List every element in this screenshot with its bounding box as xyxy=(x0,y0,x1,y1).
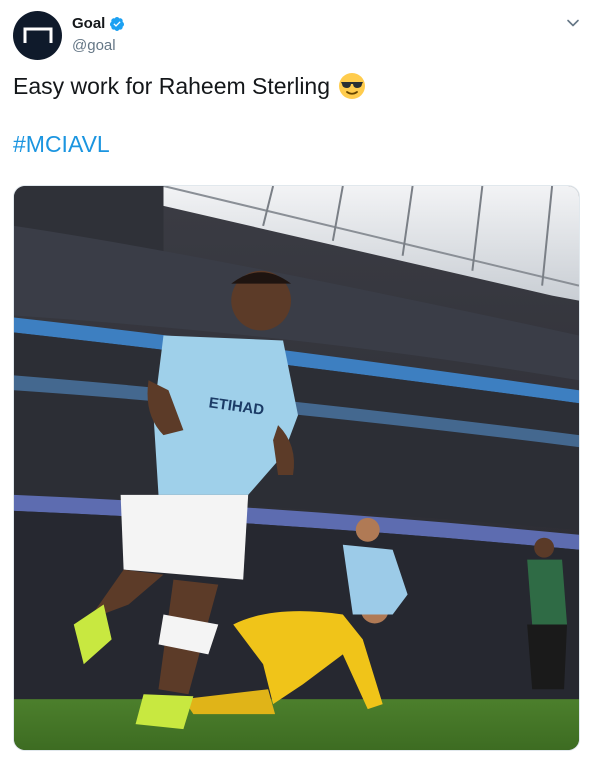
display-name[interactable]: Goal xyxy=(72,15,105,32)
handle[interactable]: @goal xyxy=(72,37,116,54)
chevron-down-icon[interactable] xyxy=(566,16,580,30)
tweet-photo[interactable]: ETIHAD xyxy=(13,185,580,751)
photo-icon: ETIHAD xyxy=(14,186,579,750)
tweet-card: Goal @goal Easy work for Raheem Sterling… xyxy=(0,0,594,767)
tweet-text-body: Easy work for Raheem Sterling xyxy=(13,73,331,99)
goal-logo-icon xyxy=(23,27,52,43)
verified-badge-icon xyxy=(110,16,125,31)
hashtag-link[interactable]: #MCIAVL xyxy=(13,131,110,158)
avatar[interactable] xyxy=(13,11,62,60)
sunglasses-emoji-icon xyxy=(339,73,366,99)
tweet-text: Easy work for Raheem Sterling xyxy=(13,72,366,100)
author-name-row[interactable]: Goal xyxy=(72,15,125,32)
